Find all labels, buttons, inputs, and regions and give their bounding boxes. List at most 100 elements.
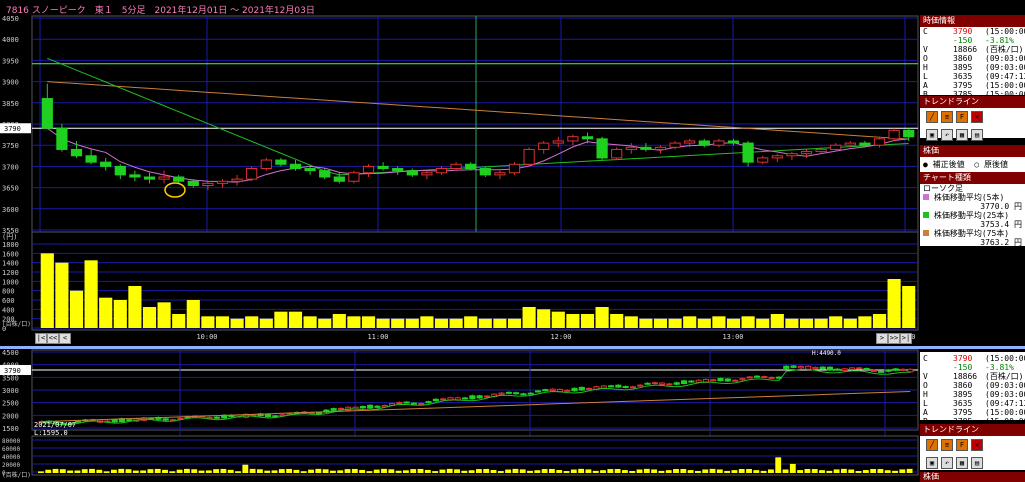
info-row: A 3795 (15:00:00) [920,81,1025,90]
candle-body [508,163,521,174]
candle-body [596,138,608,159]
overview-candle-body [629,386,637,389]
ma25-swatch[interactable] [923,212,929,218]
candle-body [231,178,243,182]
info-row: L 3635 (09:47:13) [920,399,1025,408]
overview-candle-body [162,418,169,421]
nav-button[interactable]: >> [888,333,900,344]
info-key: V [923,45,928,54]
overview-candle-body [272,415,279,418]
trend-tool-icon[interactable]: ╱ [926,439,938,451]
overview-candle-body [403,401,410,404]
copy-icon[interactable]: ▤ [971,457,983,469]
volume-bar [449,318,463,328]
nav-button[interactable]: < [59,333,71,344]
overview-volume-bar [892,470,898,473]
radio-raw[interactable]: ○ [969,160,979,169]
fib-tool-icon[interactable]: F [956,439,968,451]
radio-adjusted[interactable]: ● [923,160,928,169]
vol-unit-label: (円) [2,233,17,241]
candle-body [289,163,302,170]
hline-tool-icon[interactable]: ≡ [941,111,953,123]
trend-tool-icon[interactable]: ╱ [926,111,938,123]
save-icon[interactable]: ▣ [926,129,938,141]
candle-body [654,146,667,150]
overview-candle-body [578,386,585,391]
overview-candle-body [688,380,695,383]
volume-bar [653,318,668,328]
grid-icon[interactable]: ▦ [956,457,968,469]
overview-volume-bar [541,469,548,473]
overview-candle-body [337,407,345,410]
save-icon[interactable]: ▣ [926,457,938,469]
info-time: (09:47:13) [985,72,1025,81]
volume-bar [318,318,332,328]
price-type-panel-bottom: 株価 [920,472,1025,482]
info-value: 18866 [953,372,978,381]
overview-candle-body [418,402,425,405]
volume-bar [99,297,113,328]
overview-candle-body [739,378,746,381]
volume-bar [551,311,565,328]
candle-body [260,159,272,170]
chart-kind-value[interactable]: ローソク足 [920,184,1025,193]
undo-icon[interactable]: ↶ [941,457,953,469]
candle-body [275,159,287,165]
overview-volume-bar [841,468,847,473]
info-time: (百株/口) [985,45,1024,54]
nav-button[interactable]: > [876,333,888,344]
info-key: O [923,381,928,390]
chart-canvas[interactable]: 4050400039503900385038003750370036503600… [0,0,1025,480]
overview-volume-bar [622,470,628,473]
radio-adjusted-label: 補正後値 [932,160,965,169]
nav-button[interactable]: |< [35,333,47,344]
overview-volume-bar [819,470,825,473]
candle-body [640,146,652,150]
volume-bar [361,316,376,328]
copy-icon[interactable]: ▤ [971,129,983,141]
overview-volume-bar [687,470,694,473]
overview-candle-body [710,379,717,382]
candle-body [246,168,258,180]
volume-bar [843,318,857,328]
volume-bar [683,316,697,328]
hline-tool-icon[interactable]: ≡ [941,439,953,451]
volume-bar [580,314,595,328]
overview-candle-body [863,367,870,370]
info-value: 3795 [953,408,973,417]
candle-body [888,129,900,140]
grid-icon[interactable]: ▦ [956,129,968,141]
volume-bar [172,314,186,328]
candle-body [727,140,740,144]
overview-candle-body [440,398,447,401]
nav-button[interactable]: << [47,333,59,344]
quote-info-panel: 時価情報 C 3790 (15:00:00) -150 -3.81% V 18866 (百株/… [920,15,1025,108]
ma5-swatch[interactable] [923,194,929,200]
delete-tool-icon[interactable]: ✕ [971,439,983,451]
info-key: H [923,390,928,399]
overview-volume-bar [884,470,891,473]
ma75-swatch[interactable] [923,230,929,236]
overview-volume-bar [461,470,468,473]
trendline-panel: トレンドライン ╱ ≡ F ✕ ▣ ↶ ▦ ▤ [920,96,1025,141]
info-time: (09:03:00) [985,54,1025,63]
overview-volume-bar [373,469,380,473]
volume-bar [902,286,916,328]
overview-volume-bar [59,469,66,473]
overview-volume-bar [490,469,497,473]
delete-tool-icon[interactable]: ✕ [971,111,983,123]
trendline-panel-bottom: トレンドライン ╱ ≡ F ✕ ▣ ↶ ▦ ▤ [920,424,1025,470]
y-tick-label: 4000 [2,36,19,44]
overview-volume-bar [38,471,44,473]
overview-volume-bar [169,471,176,473]
nav-button[interactable]: >| [900,333,912,344]
info-key: C [923,354,928,363]
overview-volume-bar [899,469,906,473]
fib-tool-icon[interactable]: F [956,111,968,123]
overview-candle-body [330,408,337,411]
undo-icon[interactable]: ↶ [941,129,953,141]
info-value: 3860 [953,381,973,390]
overview-candle-body [899,368,907,371]
info-value: -150 [953,36,973,45]
overview-volume-bar [592,470,599,473]
